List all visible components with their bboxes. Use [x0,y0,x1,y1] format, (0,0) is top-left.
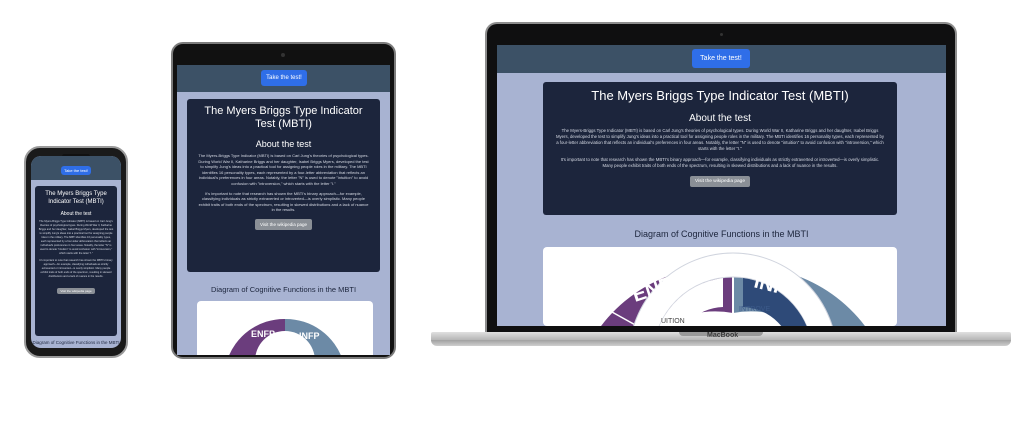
intro-card: The Myers Briggs Type Indicator Test (MB… [187,99,380,272]
infp-label: INFP [299,331,320,341]
laptop-brand-label: MacBook [707,332,739,339]
laptop-navbar: Take the test! [497,45,946,73]
about-paragraph-1: The Myers-Briggs Type Indicator (MBTI) i… [38,220,114,255]
laptop-base: MacBook [431,332,1011,352]
extraversion-label: UITION [661,318,685,325]
about-paragraph-2: It's important to note that research has… [39,259,113,278]
diagram-svg: ENFP INFP [229,318,341,355]
laptop-screen: Take the test! The Myers Briggs Type Ind… [497,45,946,326]
tablet-camera [281,53,285,57]
wikipedia-button[interactable]: Visit the wikipedia page [255,218,312,230]
cognitive-diagram: ENFP INFP [197,301,373,355]
enfp-label: ENFP [251,329,275,339]
tablet-screen: Take the test! The Myers Briggs Type Ind… [177,65,390,355]
about-heading: About the test [689,113,751,124]
phone-screen: Take the test! The Myers Briggs Type Ind… [31,156,121,348]
page-title: The Myers Briggs Type Indicator Test (MB… [204,105,363,130]
about-heading: About the test [255,139,312,149]
tablet-navbar: Take the test! [177,65,390,92]
introversion-label: INTROVE [739,306,770,313]
cognitive-diagram: ENFP INFP UITION INTROVE [543,247,897,326]
laptop-mockup: Take the test! The Myers Briggs Type Ind… [485,22,957,334]
take-test-button[interactable]: Take the test! [61,166,91,175]
about-heading: About the test [60,211,92,217]
phone-navbar: Take the test! [31,156,121,180]
about-paragraph-1: The Myers-Briggs Type Indicator (MBTI) i… [555,128,885,151]
page-title: The Myers Briggs Type Indicator Test (MB… [591,88,849,103]
laptop-lip [431,340,1011,346]
diagram-title: Diagram of Cognitive Functions in the MB… [634,229,809,239]
laptop-camera [720,33,723,36]
intro-card: The Myers Briggs Type Indicator Test (MB… [35,186,117,336]
about-paragraph-2: It's important to note that research has… [198,190,369,213]
about-paragraph-1: The Myers-Briggs Type Indicator (MBTI) i… [198,153,369,186]
wikipedia-button[interactable]: Visit the wikipedia page [689,176,751,187]
tablet-mockup: Take the test! The Myers Briggs Type Ind… [171,42,396,359]
phone-mockup: Take the test! The Myers Briggs Type Ind… [24,146,128,358]
diagram-svg: ENFP INFP UITION INTROVE [601,252,865,326]
diagram-title: Diagram of Cognitive Functions in the MB… [32,340,120,345]
intro-card: The Myers Briggs Type Indicator Test (MB… [543,82,897,215]
page-title: The Myers Briggs Type Indicator Test (MB… [45,191,107,205]
about-paragraph-2: It's important to note that research has… [560,157,880,168]
diagram-title: Diagram of Cognitive Functions in the MB… [210,285,357,294]
take-test-button[interactable]: Take the test! [261,70,307,86]
wikipedia-button[interactable]: Visit the wikipedia page [57,288,95,294]
take-test-button[interactable]: Take the test! [692,49,750,68]
